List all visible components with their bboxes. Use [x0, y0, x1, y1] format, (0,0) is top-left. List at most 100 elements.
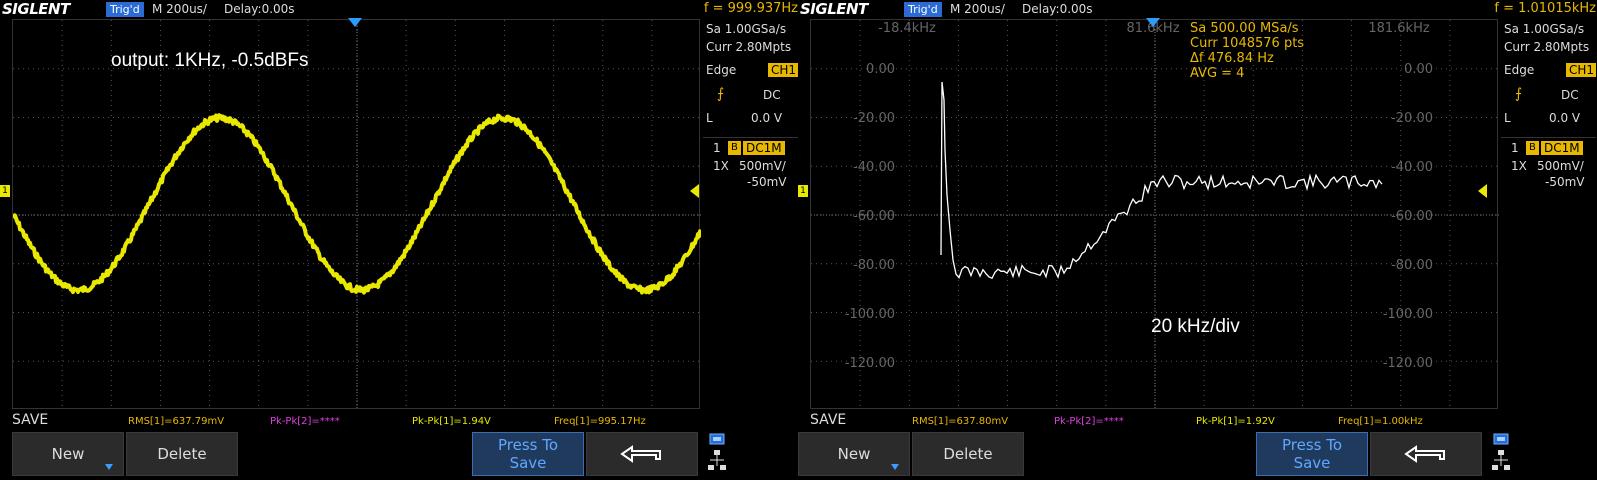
db-label-right: -100.00	[1383, 307, 1433, 322]
submenu-arrow-icon	[105, 464, 113, 470]
measurement-freq: Freq[1]=995.17Hz	[554, 416, 646, 427]
trigger-level-marker[interactable]	[1478, 184, 1487, 198]
probe-ratio: 1X	[1511, 159, 1527, 173]
vertical-offset[interactable]: -50mV	[747, 175, 787, 189]
press-to-label: Press To	[1281, 436, 1343, 454]
trigger-source-badge[interactable]: CH1	[768, 63, 798, 77]
timebase-readout[interactable]: M 200us/	[152, 2, 207, 17]
channel-number: 1	[1511, 141, 1519, 155]
fft-info-line: AVG = 4	[1190, 66, 1244, 81]
new-label: New	[51, 445, 85, 463]
db-label-left: -100.00	[845, 307, 895, 322]
back-button[interactable]	[1370, 432, 1482, 476]
trigger-type[interactable]: Edge	[1504, 63, 1534, 77]
db-label-right: -40.00	[1391, 160, 1433, 175]
press-to-save-button[interactable]: Press To Save	[1256, 432, 1368, 476]
rising-edge-icon: ⨍	[717, 86, 725, 102]
channel-number: 1	[713, 141, 721, 155]
trigger-status-badge: Trig'd	[106, 2, 144, 17]
db-label-right: -120.00	[1383, 356, 1433, 371]
back-button[interactable]	[586, 432, 698, 476]
side-info-panel: Sa 1.00GSa/s Curr 2.80Mpts Edge CH1 ⨍ DC…	[1501, 19, 1596, 409]
db-label-right: -20.00	[1391, 111, 1433, 126]
waveform-screen[interactable]: output: 1KHz, -0.5dBFs	[12, 19, 701, 410]
vertical-offset[interactable]: -50mV	[1545, 175, 1585, 189]
frequency-counter: f = 999.937Hz	[703, 1, 798, 16]
memory-depth: Curr 2.80Mpts	[706, 40, 792, 54]
trigger-coupling: DC	[1561, 88, 1579, 102]
scope-panel-left: SIGLENT Trig'd M 200us/ Delay:0.00s f = …	[0, 0, 798, 480]
measurement-pkpk1: Pk-Pk[1]=1.94V	[412, 416, 491, 427]
trigger-position-marker[interactable]	[1146, 18, 1160, 27]
siglent-logo: SIGLENT	[800, 0, 868, 18]
return-arrow-icon	[1404, 445, 1445, 463]
rising-edge-icon: ⨍	[1515, 86, 1523, 102]
sample-rate: Sa 1.00GSa/s	[706, 22, 787, 36]
vertical-scale[interactable]: 500mV/	[739, 159, 786, 173]
annotation-text: output: 1KHz, -0.5dBFs	[111, 50, 309, 71]
measurement-pkpk2: Pk-Pk[2]=****	[1054, 416, 1124, 427]
annotation-text: 20 kHz/div	[1151, 316, 1240, 337]
save-label: Save	[1293, 454, 1331, 472]
delay-readout[interactable]: Delay:0.00s	[224, 2, 295, 17]
sample-rate: Sa 1.00GSa/s	[1504, 22, 1585, 36]
bottom-menu: SAVE RMS[1]=637.80mV Pk-Pk[2]=**** Pk-Pk…	[798, 410, 1596, 480]
save-label: Save	[509, 454, 547, 472]
channel-coupling-badge[interactable]: DC1M	[1541, 141, 1583, 155]
ch1-ground-marker[interactable]: 1	[0, 185, 10, 197]
level-label: L	[1504, 111, 1511, 125]
top-status-bar: SIGLENT Trig'd M 200us/ Delay:0.00s f = …	[798, 0, 1596, 19]
trigger-status-badge: Trig'd	[904, 2, 942, 17]
delay-readout[interactable]: Delay:0.00s	[1022, 2, 1093, 17]
db-label-left: -40.00	[853, 160, 895, 175]
measurement-freq: Freq[1]=1.00kHz	[1338, 416, 1423, 427]
new-label: New	[837, 445, 871, 463]
db-label-left: -60.00	[853, 209, 895, 224]
frequency-counter: f = 1.01015kHz	[1494, 1, 1596, 16]
db-label-left: -120.00	[845, 356, 895, 371]
measurement-rms: RMS[1]=637.80mV	[912, 416, 1009, 427]
db-label-left: -20.00	[853, 111, 895, 126]
fft-freq-label: 181.6kHz	[1368, 21, 1430, 36]
network-status-icon	[1492, 433, 1510, 470]
trigger-source-badge[interactable]: CH1	[1566, 63, 1596, 77]
measurement-pkpk2: Pk-Pk[2]=****	[270, 416, 340, 427]
memory-depth: Curr 2.80Mpts	[1504, 40, 1590, 54]
db-label-right: 0.00	[1404, 62, 1433, 77]
side-info-panel: Sa 1.00GSa/s Curr 2.80Mpts Edge CH1 ⨍ DC…	[703, 19, 798, 409]
trigger-level: 0.0 V	[751, 111, 783, 125]
new-button[interactable]: New	[12, 432, 124, 476]
bandwidth-limit-badge: B	[1526, 141, 1539, 155]
menu-title: SAVE	[12, 412, 49, 428]
trigger-coupling: DC	[763, 88, 781, 102]
fft-graticule: 0.00 0.00 -20.00 -20.00 -40.00 -40.00 -60.00 -6…	[811, 20, 1499, 410]
channel-coupling-badge[interactable]: DC1M	[743, 141, 785, 155]
scope-panel-right: SIGLENT Trig'd M 200us/ Delay:0.00s f = …	[798, 0, 1596, 480]
timebase-readout[interactable]: M 200us/	[950, 2, 1005, 17]
top-status-bar: SIGLENT Trig'd M 200us/ Delay:0.00s f = …	[0, 0, 798, 19]
fft-info-line: Sa 500.00 MSa/s	[1190, 21, 1299, 36]
fft-info-line: Δf 476.84 Hz	[1190, 51, 1274, 66]
fft-info-line: Curr 1048576 pts	[1190, 36, 1304, 51]
delete-button[interactable]: Delete	[912, 432, 1024, 476]
ch1-ground-marker[interactable]: 1	[798, 185, 808, 197]
press-to-save-button[interactable]: Press To Save	[472, 432, 584, 476]
bandwidth-limit-badge: B	[728, 141, 741, 155]
delete-button[interactable]: Delete	[126, 432, 238, 476]
bottom-menu: SAVE RMS[1]=637.79mV Pk-Pk[2]=**** Pk-Pk…	[0, 410, 798, 480]
submenu-arrow-icon	[891, 464, 899, 470]
menu-title: SAVE	[810, 412, 847, 428]
trigger-type[interactable]: Edge	[706, 63, 736, 77]
db-label-right: -80.00	[1391, 258, 1433, 273]
vertical-scale[interactable]: 500mV/	[1537, 159, 1584, 173]
trigger-position-marker[interactable]	[348, 18, 362, 27]
db-label-left: -80.00	[853, 258, 895, 273]
trigger-level-marker[interactable]	[690, 184, 699, 198]
new-button[interactable]: New	[798, 432, 910, 476]
db-label-left: 0.00	[866, 62, 895, 77]
level-label: L	[706, 111, 713, 125]
db-label-right: -60.00	[1391, 209, 1433, 224]
press-to-label: Press To	[497, 436, 559, 454]
fft-screen[interactable]: 0.00 0.00 -20.00 -20.00 -40.00 -40.00 -60.00 -6…	[810, 19, 1499, 410]
network-status-icon	[708, 433, 726, 470]
